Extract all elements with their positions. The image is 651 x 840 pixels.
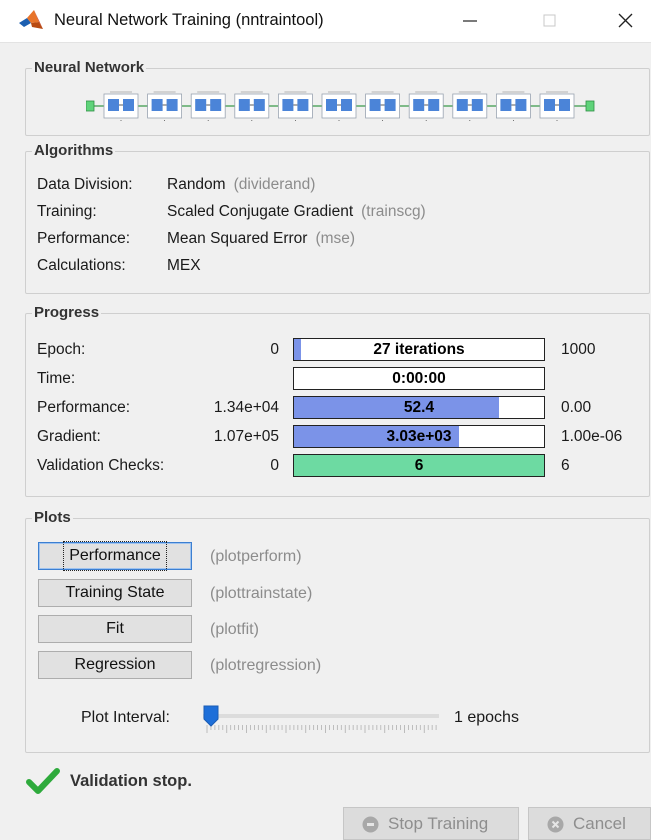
algorithm-hint: (mse) [315,230,356,247]
network-layer-block [234,91,270,121]
progress-row-time: Time: 0:00:00 [26,367,649,393]
algorithm-value: Mean Squared Error [167,230,308,247]
progress-end-value: 6 [561,457,570,474]
algorithms-title: Algorithms [32,142,116,159]
algorithm-value: Random [167,176,226,193]
progress-end-value: 1.00e-06 [561,428,623,445]
progress-panel: Progress Epoch: 0 27 iterations 1000 Tim… [25,304,650,497]
algorithm-label: Calculations: [37,257,126,274]
progress-start-value: 0 [270,457,279,474]
network-layer-block [190,91,226,121]
cancel-button[interactable]: Cancel [528,807,651,840]
network-layer-block [495,91,531,121]
network-layer-block [452,91,488,121]
progress-bar: 3.03e+03 [293,425,545,448]
progress-label: Time: [37,370,76,387]
network-diagram [86,91,595,121]
progress-start-value: 0 [270,341,279,358]
progress-bar: 6 [293,454,545,477]
network-layer-block [147,91,182,121]
progress-row-gradient: Gradient: 1.07e+05 3.03e+03 1.00e-06 [26,425,649,451]
button-label: Training State [65,584,165,601]
slider-thumb[interactable] [203,705,219,727]
network-layer-block [408,91,444,121]
close-button[interactable] [605,6,645,36]
progress-bar-text: 27 iterations [373,341,465,358]
plot-performance-button[interactable]: Performance [38,541,192,571]
progress-row-epoch: Epoch: 0 27 iterations 1000 [26,338,649,364]
plot-hint: (plotperform) [210,548,302,565]
slider-ticks [206,725,437,733]
plot-hint: (plotregression) [210,657,322,674]
network-layer-block [321,91,357,121]
plot-interval-slider[interactable] [203,705,439,735]
status-message: Validation stop. [70,772,192,790]
progress-bar: 27 iterations [293,338,545,361]
progress-label: Performance: [37,399,131,416]
title-bar: Neural Network Training (nntraintool) [0,0,651,43]
network-layer-block [277,91,313,121]
plot-fit-button[interactable]: Fit [38,615,192,643]
neural-network-panel: Neural Network [25,59,650,136]
progress-end-value: 1000 [561,341,596,358]
window-title: Neural Network Training (nntraintool) [54,11,324,29]
network-input-node [86,100,95,112]
plot-hint: (plottrainstate) [210,585,313,602]
network-layer-block [365,91,401,121]
progress-end-value: 0.00 [561,399,592,416]
algorithm-label: Data Division: [37,176,133,193]
progress-row-validation-checks: Validation Checks: 0 6 6 [26,454,649,480]
check-icon [26,767,60,800]
plot-training-state-button[interactable]: Training State [38,579,192,607]
button-label: Regression [74,656,156,673]
progress-bar: 0:00:00 [293,367,545,390]
algorithm-value: MEX [167,257,201,274]
progress-bar: 52.4 [293,396,545,419]
plot-interval-value: 1 epochs [454,709,519,726]
progress-bar-text: 0:00:00 [392,370,446,387]
progress-label: Epoch: [37,341,86,358]
minimize-button[interactable] [450,6,490,36]
button-label: Fit [106,620,124,637]
progress-label: Gradient: [37,428,101,445]
network-output-node [585,100,595,112]
neural-network-title: Neural Network [32,59,147,76]
algorithm-hint: (dividerand) [233,176,316,193]
matlab-logo-icon [18,9,44,36]
algorithm-value: Scaled Conjugate Gradient [167,203,354,220]
maximize-button[interactable] [530,6,570,36]
progress-start-value: 1.07e+05 [213,428,279,445]
network-layer-block [539,91,575,121]
algorithm-hint: (trainscg) [361,203,426,220]
progress-bar-text: 6 [414,457,424,474]
progress-label: Validation Checks: [37,457,165,474]
progress-row-performance: Performance: 1.34e+04 52.4 0.00 [26,396,649,422]
button-label: Performance [63,541,167,571]
slider-track [203,714,439,718]
plot-interval-label: Plot Interval: [81,709,170,726]
plots-title: Plots [32,509,73,526]
plot-regression-button[interactable]: Regression [38,651,192,679]
progress-bar-text: 3.03e+03 [386,428,452,445]
algorithm-label: Performance: [37,230,131,247]
progress-start-value: 1.34e+04 [213,399,279,416]
algorithm-label: Training: [37,203,97,220]
button-label: Cancel [573,814,626,833]
algorithms-panel: Algorithms Data Division: Random (divider… [25,142,650,294]
progress-bar-text: 52.4 [403,399,435,416]
stop-icon [362,816,379,833]
progress-title: Progress [32,304,102,321]
stop-training-button[interactable]: Stop Training [343,807,519,840]
network-layer-block [103,91,139,121]
plots-panel: Plots Performance (plotperform) Training… [25,509,650,753]
cancel-icon [547,816,564,833]
plot-hint: (plotfit) [210,621,259,638]
button-label: Stop Training [388,814,489,833]
